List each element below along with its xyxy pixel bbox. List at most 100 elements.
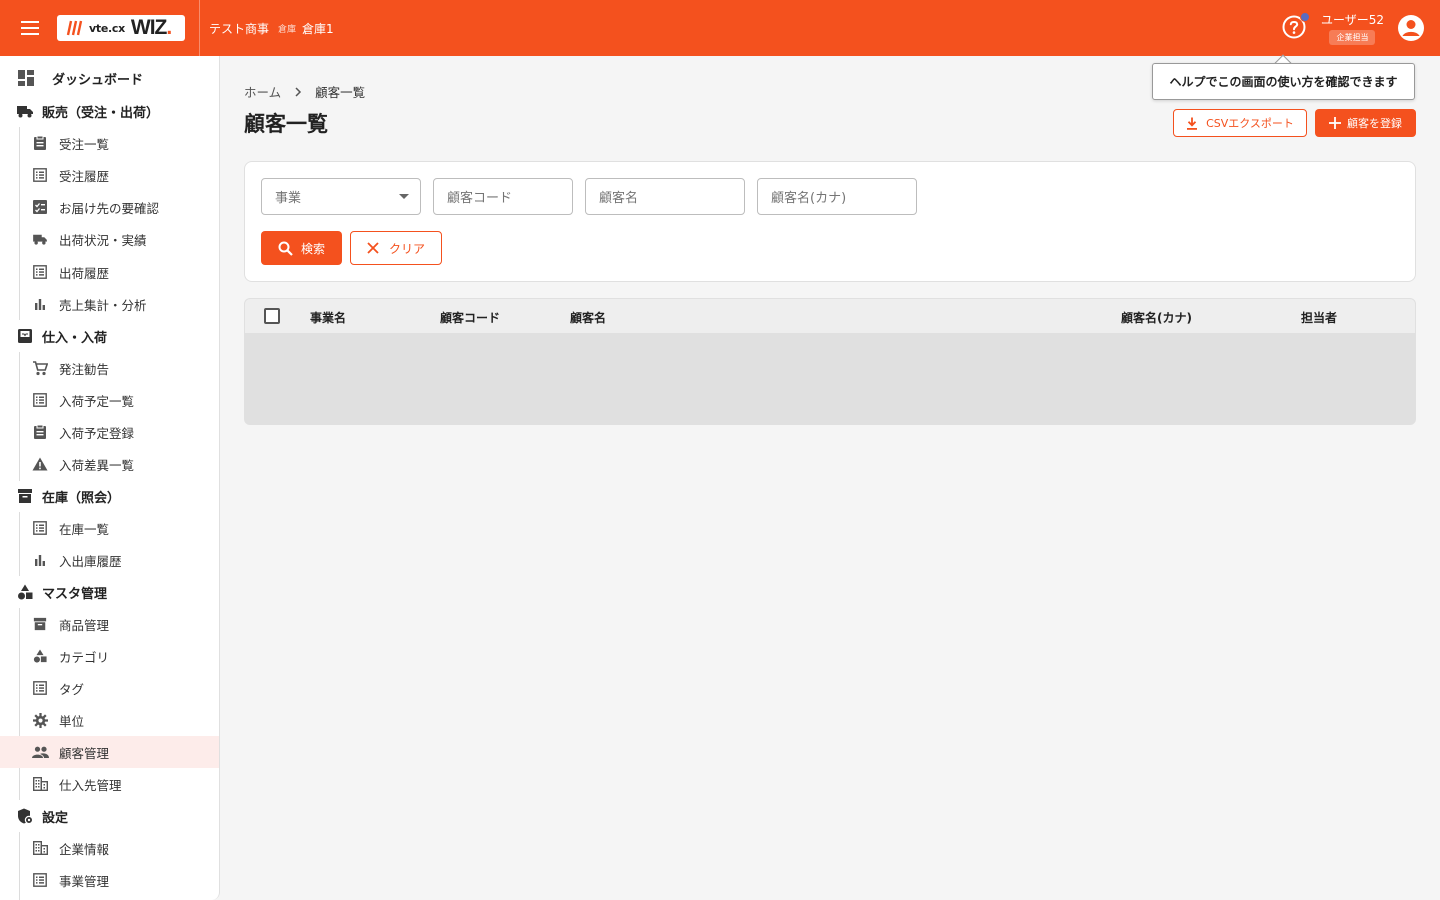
truck-icon <box>31 230 49 248</box>
sidebar-item-label: 在庫一覧 <box>59 521 110 537</box>
customer-code-input[interactable]: 顧客コード <box>433 178 573 215</box>
download-icon <box>1187 117 1198 130</box>
close-icon <box>367 242 379 254</box>
sidebar-item-tag[interactable]: タグ <box>0 672 219 704</box>
sidebar-section-inventory[interactable]: 在庫（照会） <box>0 481 219 511</box>
notification-dot <box>1299 12 1310 22</box>
clear-button[interactable]: クリア <box>350 231 442 265</box>
sidebar-item-delivery-check[interactable]: お届け先の要確認 <box>0 191 219 223</box>
sidebar-item-dashboard[interactable]: ダッシュボード <box>0 63 219 93</box>
sidebar-item-label: 企業情報 <box>59 841 110 857</box>
list-icon <box>31 871 49 889</box>
cart-icon <box>31 359 49 377</box>
column-header-staff[interactable]: 担当者 <box>1301 309 1337 326</box>
search-panel: 事業 顧客コード 顧客名 顧客名(カナ) 検索 クリア <box>244 161 1416 282</box>
business-select-placeholder: 事業 <box>275 191 302 206</box>
account-circle-icon <box>1398 15 1424 41</box>
sidebar-section-label: 仕入・入荷 <box>42 330 108 346</box>
sidebar-item-suppliers[interactable]: 仕入先管理 <box>0 768 219 800</box>
sidebar-item-arrival-schedule[interactable]: 入荷予定一覧 <box>0 384 219 416</box>
list-icon <box>31 263 49 281</box>
warehouse-name[interactable]: 倉庫1 <box>302 20 334 37</box>
user-role-badge: 企業担当 <box>1329 30 1376 45</box>
column-header-code[interactable]: 顧客コード <box>440 309 500 326</box>
logo-wiz-text: WIZ. <box>130 16 172 39</box>
people-icon <box>31 743 49 761</box>
truck-icon <box>16 102 34 120</box>
company-name: テスト商事 <box>209 21 270 36</box>
sidebar-item-products[interactable]: 商品管理 <box>0 608 219 640</box>
app-header: vte.cx WIZ. テスト商事 倉庫 倉庫1 ユーザー52 企業担当 <box>0 0 1440 56</box>
customer-code-placeholder: 顧客コード <box>447 191 513 206</box>
column-header-business[interactable]: 事業名 <box>310 309 346 326</box>
sidebar-item-label: 仕入先管理 <box>59 777 122 793</box>
customer-table: 事業名 顧客コード 顧客名 顧客名(カナ) 担当者 <box>244 298 1416 425</box>
menu-icon <box>21 21 39 35</box>
clipboard-icon <box>31 134 49 152</box>
help-tooltip: ヘルプでこの画面の使い方を確認できます <box>1152 63 1415 100</box>
sidebar-section-label: 販売（受注・出荷） <box>42 105 160 121</box>
sidebar-item-order-recommendation[interactable]: 発注勧告 <box>0 352 219 384</box>
sidebar-item-category[interactable]: カテゴリ <box>0 640 219 672</box>
breadcrumb-home-link[interactable]: ホーム <box>244 82 281 101</box>
sidebar-section-sales[interactable]: 販売（受注・出荷） <box>0 96 219 126</box>
sidebar-item-shipping-history[interactable]: 出荷履歴 <box>0 256 219 288</box>
csv-export-button[interactable]: CSVエクスポート <box>1173 109 1307 137</box>
sidebar-item-label: お届け先の要確認 <box>59 200 160 216</box>
sidebar-section-purchasing[interactable]: 仕入・入荷 <box>0 321 219 351</box>
sidebar-item-sales-analysis[interactable]: 売上集計・分析 <box>0 288 219 320</box>
search-button[interactable]: 検索 <box>261 231 342 265</box>
sidebar-item-arrival-diff[interactable]: 入荷差異一覧 <box>0 448 219 480</box>
select-all-checkbox[interactable] <box>264 308 280 324</box>
clear-button-label: クリア <box>388 241 425 256</box>
account-button[interactable] <box>1396 13 1426 43</box>
sidebar-item-label: 入出庫履歴 <box>59 553 122 569</box>
gear-icon <box>31 711 49 729</box>
breadcrumb: ホーム 顧客一覧 <box>244 82 365 101</box>
customer-name-input[interactable]: 顧客名 <box>585 178 745 215</box>
sidebar-item-stock-list[interactable]: 在庫一覧 <box>0 512 219 544</box>
register-customer-label: 顧客を登録 <box>1347 117 1402 130</box>
list-icon <box>31 391 49 409</box>
column-header-kana[interactable]: 顧客名(カナ) <box>1121 309 1192 326</box>
sidebar-item-label: 顧客管理 <box>59 745 110 761</box>
sidebar-item-shipping-status[interactable]: 出荷状況・実績 <box>0 223 219 255</box>
logo-vte-text: vte.cx <box>89 21 125 35</box>
sidebar-item-label: 売上集計・分析 <box>59 297 147 313</box>
sidebar-item-label: 受注一覧 <box>59 136 110 152</box>
shapes-icon <box>31 647 49 665</box>
sidebar-section-master[interactable]: マスタ管理 <box>0 577 219 607</box>
page-title: 顧客一覧 <box>244 112 328 136</box>
sidebar-item-company-info[interactable]: 企業情報 <box>0 832 219 864</box>
menu-button[interactable] <box>0 0 60 56</box>
search-button-label: 検索 <box>300 241 325 256</box>
caret-down-icon <box>399 194 409 199</box>
customer-kana-input[interactable]: 顧客名(カナ) <box>757 178 917 215</box>
sidebar-section-label: 設定 <box>42 810 69 826</box>
sidebar-item-label: 事業管理 <box>59 873 110 889</box>
sidebar-item-arrival-register[interactable]: 入荷予定登録 <box>0 416 219 448</box>
sidebar-item-order-history[interactable]: 受注履歴 <box>0 159 219 191</box>
list-icon <box>31 166 49 184</box>
sidebar-item-label: ダッシュボード <box>52 72 144 88</box>
register-customer-button[interactable]: 顧客を登録 <box>1315 109 1416 137</box>
user-name: ユーザー52 <box>1320 13 1384 27</box>
sidebar-item-customers[interactable]: 顧客管理 <box>0 736 219 768</box>
dashboard-icon <box>17 69 35 87</box>
business-select[interactable]: 事業 <box>261 178 421 215</box>
sidebar-item-orders[interactable]: 受注一覧 <box>0 127 219 159</box>
sidebar-item-stock-history[interactable]: 入出庫履歴 <box>0 544 219 576</box>
plus-icon <box>1329 117 1341 129</box>
logo-mark-icon <box>66 20 83 36</box>
sidebar-item-unit[interactable]: 単位 <box>0 704 219 736</box>
help-button[interactable] <box>1281 12 1310 42</box>
bar-chart-icon <box>31 295 49 313</box>
warehouse-label: 倉庫 <box>278 24 297 35</box>
column-header-name[interactable]: 顧客名 <box>570 309 606 326</box>
sidebar-item-label: タグ <box>59 681 85 697</box>
user-info[interactable]: ユーザー52 企業担当 <box>1321 11 1384 45</box>
sidebar-item-label: 入荷予定登録 <box>59 425 135 441</box>
sidebar-item-business-admin[interactable]: 事業管理 <box>0 864 219 896</box>
app-logo[interactable]: vte.cx WIZ. <box>57 15 185 41</box>
sidebar-section-settings[interactable]: 設定 <box>0 801 219 831</box>
